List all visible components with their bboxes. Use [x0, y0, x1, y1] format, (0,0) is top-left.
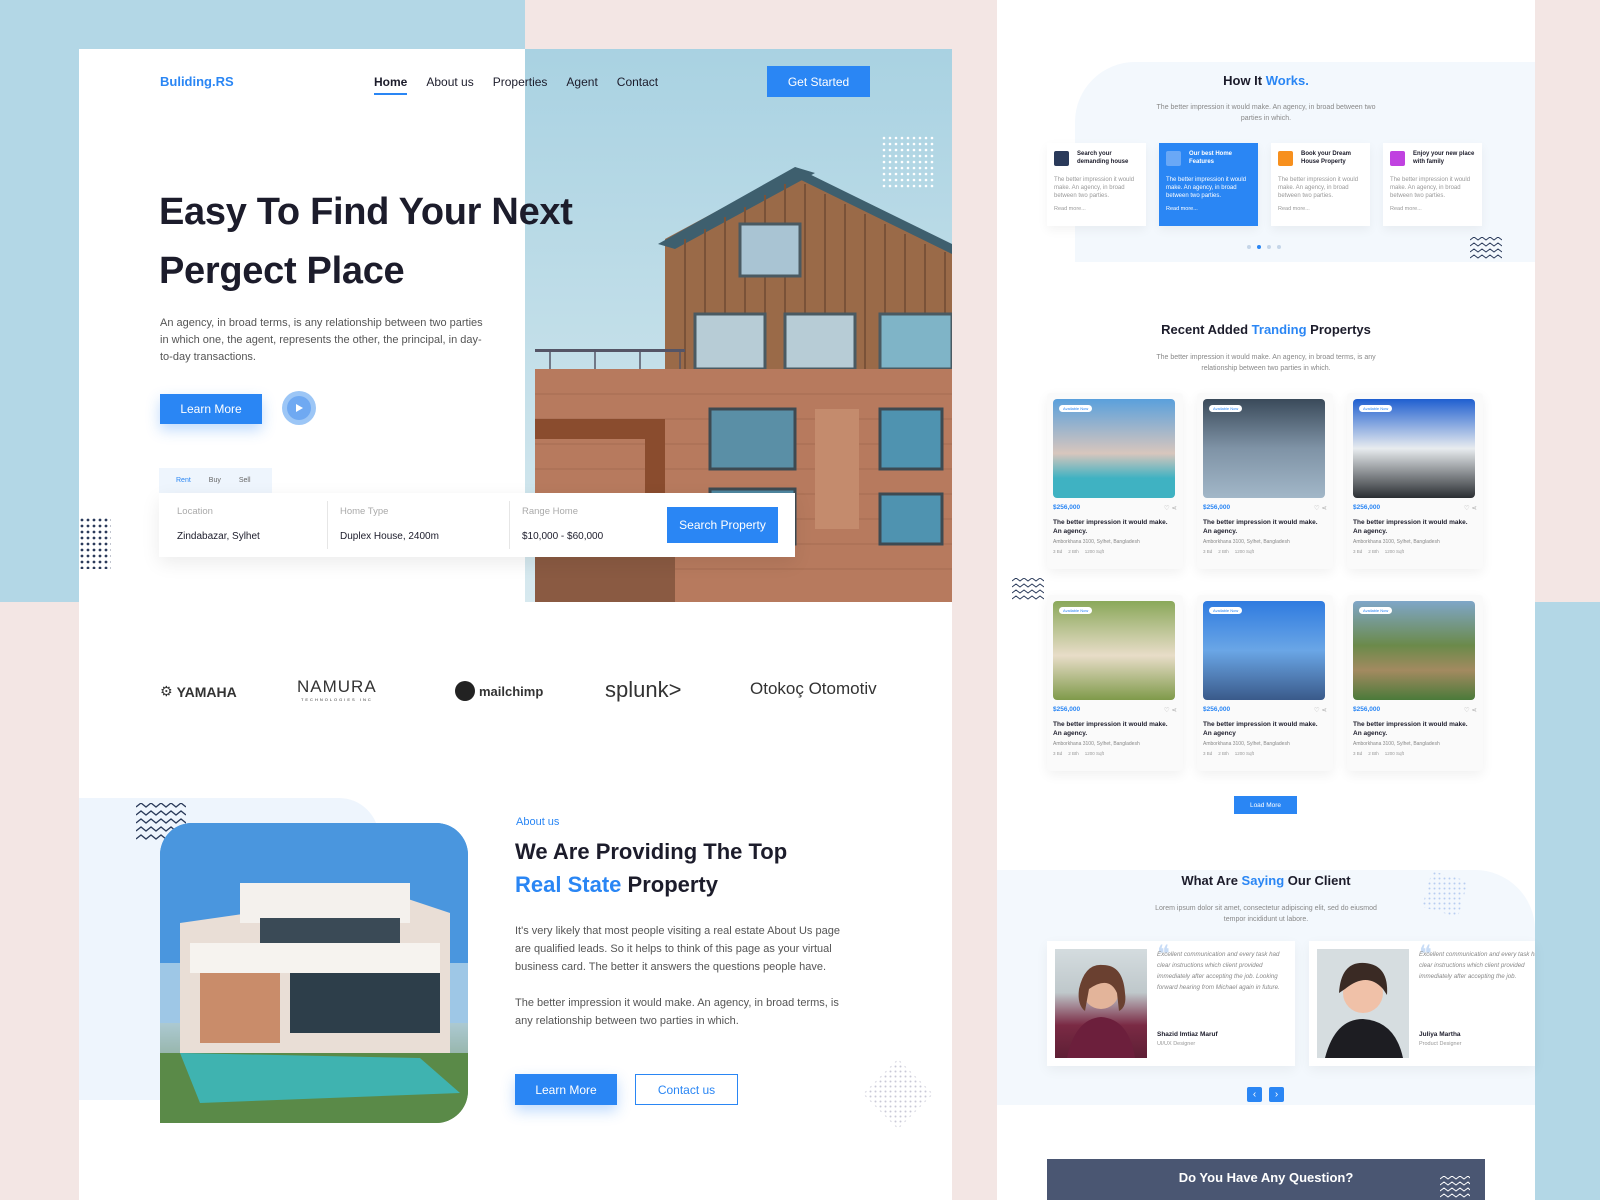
nav-home[interactable]: Home — [374, 75, 408, 95]
divider — [327, 501, 328, 549]
read-more-link[interactable]: Read more... — [1166, 206, 1251, 212]
main-nav: Home About us Properties Agent Contact — [374, 75, 658, 95]
carousel-dot[interactable] — [1277, 245, 1281, 249]
property-card[interactable]: Available Now $256,000 ♡ ⋖ The better imp… — [1047, 595, 1183, 771]
property-image: Available Now — [1053, 399, 1175, 498]
read-more-link[interactable]: Read more... — [1054, 206, 1139, 212]
dot-grid-decoration — [79, 517, 111, 574]
contact-us-button[interactable]: Contact us — [635, 1074, 738, 1105]
heart-share-icon[interactable]: ♡ ⋖ — [1464, 706, 1477, 714]
search-tabs: Rent Buy Sell — [159, 468, 272, 493]
divider — [509, 501, 510, 549]
carousel-dot[interactable] — [1247, 245, 1251, 249]
brand-logo[interactable]: Buliding.RS — [160, 74, 234, 89]
recent-properties-subtitle: The better impression it would make. An … — [1156, 354, 1376, 372]
nav-contact[interactable]: Contact — [617, 75, 658, 95]
star-icon — [1166, 151, 1181, 166]
property-search-bar: Location Zindabazar, Sylhet Home Type Du… — [159, 493, 795, 557]
step-card-enjoy[interactable]: Enjoy your new place with family The bet… — [1383, 143, 1482, 226]
search-icon — [1054, 151, 1069, 166]
brand-namura: NAMURA TECHNOLOGIES INC — [297, 677, 377, 702]
how-it-works-title: How It Works. — [1223, 73, 1309, 88]
dot-diamond-decoration — [863, 1059, 933, 1134]
client-avatar — [1055, 949, 1147, 1058]
brand-mailchimp: mailchimp — [455, 681, 543, 701]
hero-title: Easy To Find Your Next Pergect Place — [159, 191, 573, 292]
property-card[interactable]: Available Now $256,000 ♡ ⋖ The better imp… — [1047, 393, 1183, 569]
property-image: Available Now — [1203, 601, 1325, 700]
zigzag-decoration — [1469, 236, 1503, 264]
carousel-dot[interactable] — [1267, 245, 1271, 249]
dot-grid-decoration — [1422, 871, 1468, 922]
heart-home-icon — [1390, 151, 1405, 166]
search-property-button[interactable]: Search Property — [667, 507, 778, 543]
nav-agent[interactable]: Agent — [566, 75, 597, 95]
testimonial-card: ❝ Excellent communication and every task… — [1309, 941, 1535, 1066]
how-it-works-subtitle: The better impression it would make. An … — [1156, 104, 1376, 122]
heart-share-icon[interactable]: ♡ ⋖ — [1164, 706, 1177, 714]
location-field[interactable]: Location Zindabazar, Sylhet — [177, 506, 260, 542]
heart-share-icon[interactable]: ♡ ⋖ — [1314, 706, 1327, 714]
clients-subtitle: Lorem ipsum dolor sit amet, consectetur … — [1155, 905, 1377, 923]
property-card[interactable]: Available Now $256,000 ♡ ⋖ The better imp… — [1197, 595, 1333, 771]
load-more-button[interactable]: Load More — [1234, 796, 1297, 814]
play-icon — [287, 396, 311, 420]
property-card[interactable]: Available Now $256,000 ♡ ⋖ The better imp… — [1197, 393, 1333, 569]
read-more-link[interactable]: Read more... — [1390, 206, 1475, 212]
client-avatar — [1317, 949, 1409, 1058]
testimonial-card: ❝ Excellent communication and every task… — [1047, 941, 1295, 1066]
mailchimp-icon — [455, 681, 475, 701]
property-card[interactable]: Available Now $256,000 ♡ ⋖ The better imp… — [1347, 595, 1483, 771]
yamaha-icon: ⚙ — [160, 683, 173, 699]
carousel-dots — [1247, 245, 1281, 249]
dot-grid-decoration — [882, 136, 934, 193]
step-card-features[interactable]: Our best Home Features The better impres… — [1159, 143, 1258, 226]
step-card-book[interactable]: Book your Dream House Property The bette… — [1271, 143, 1370, 226]
heart-share-icon[interactable]: ♡ ⋖ — [1464, 504, 1477, 512]
heart-share-icon[interactable]: ♡ ⋖ — [1314, 504, 1327, 512]
chevron-left-icon[interactable]: ‹ — [1247, 1087, 1262, 1102]
landing-page-left: Buliding.RS Home About us Properties Age… — [79, 49, 952, 1200]
zigzag-decoration — [1439, 1175, 1471, 1200]
property-image: Available Now — [1353, 601, 1475, 700]
hero-description: An agency, in broad terms, is any relati… — [160, 317, 483, 363]
partner-logos: ⚙ YAMAHA NAMURA TECHNOLOGIES INC mailchimp… — [160, 673, 940, 709]
tab-rent[interactable]: Rent — [176, 477, 191, 484]
about-paragraph: It's very likely that most people visiti… — [515, 925, 840, 1027]
zigzag-decoration — [1011, 577, 1045, 607]
landing-page-right: How It Works. The better impression it w… — [997, 0, 1535, 1200]
property-card[interactable]: Available Now $256,000 ♡ ⋖ The better imp… — [1347, 393, 1483, 569]
step-card-search[interactable]: Search your demanding house The better i… — [1047, 143, 1146, 226]
heart-share-icon[interactable]: ♡ ⋖ — [1164, 504, 1177, 512]
brand-otokoc: Otokoç Otomotiv — [750, 679, 877, 698]
about-title: We Are Providing The Top Real State Prop… — [515, 839, 788, 897]
chevron-right-icon[interactable]: › — [1269, 1087, 1284, 1102]
tab-buy[interactable]: Buy — [209, 477, 221, 484]
home-type-field[interactable]: Home Type Duplex House, 2400m — [340, 506, 439, 542]
recent-properties-title: Recent Added Tranding Propertys — [1161, 322, 1371, 337]
nav-properties[interactable]: Properties — [493, 75, 548, 95]
brand-splunk: splunk> — [605, 677, 682, 702]
tab-sell[interactable]: Sell — [239, 477, 251, 484]
property-image: Available Now — [1203, 399, 1325, 498]
hero-learn-more-button[interactable]: Learn More — [160, 394, 262, 424]
about-kicker: About us — [516, 816, 560, 828]
range-field[interactable]: Range Home $10,000 - $60,000 — [522, 506, 603, 542]
about-house-image — [160, 823, 468, 1123]
get-started-button[interactable]: Get Started — [767, 66, 870, 97]
play-video-button[interactable] — [282, 391, 316, 425]
property-image: Available Now — [1353, 399, 1475, 498]
faq-banner: Do You Have Any Question? — [1047, 1159, 1485, 1200]
calendar-icon — [1278, 151, 1293, 166]
read-more-link[interactable]: Read more... — [1278, 206, 1363, 212]
property-image: Available Now — [1053, 601, 1175, 700]
nav-about[interactable]: About us — [426, 75, 473, 95]
brand-yamaha: ⚙ YAMAHA — [160, 683, 237, 700]
carousel-dot-active[interactable] — [1257, 245, 1261, 249]
background-blue-block-right — [1535, 602, 1600, 1200]
about-learn-more-button[interactable]: Learn More — [515, 1074, 617, 1105]
